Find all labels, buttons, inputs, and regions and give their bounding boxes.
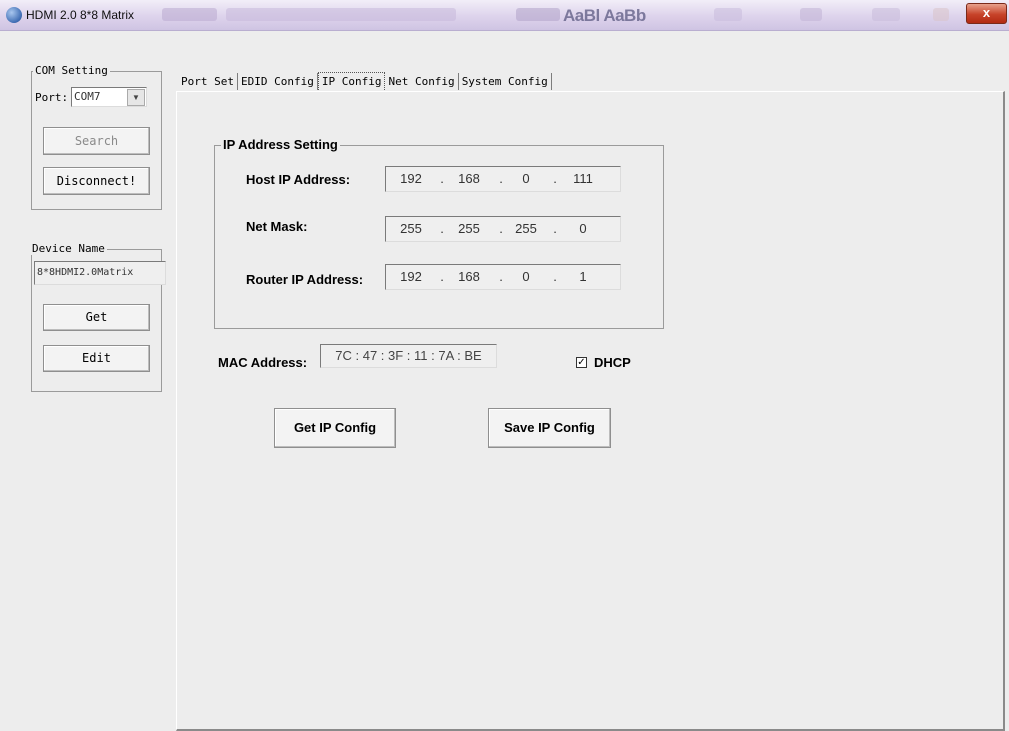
device-name-field[interactable]: 8*8HDMI2.0Matrix [34,261,166,285]
net-mask-octet: 255 [400,221,422,236]
background-window-text: AaBl AaBb [563,6,646,25]
mac-address-label: MAC Address: [218,355,308,370]
net-mask-octet: 255 [458,221,480,236]
device-name-label: Device Name [30,242,107,255]
background-toolbar-blur [800,8,822,21]
ip-dot: . [440,221,444,236]
port-label: Port: [35,91,69,104]
dhcp-label: DHCP [594,355,631,370]
ip-dot: . [553,171,557,186]
host-ip-octet: 0 [522,171,530,186]
background-toolbar-blur [872,8,900,21]
tab-net-config[interactable]: Net Config [385,73,459,90]
edit-button[interactable]: Edit [43,345,150,372]
dhcp-checkbox[interactable]: ✓ [576,357,587,368]
net-mask-octet: 255 [515,221,537,236]
host-ip-octet: 111 [573,171,593,186]
close-icon: x [982,5,991,20]
get-button[interactable]: Get [43,304,150,331]
net-mask-label: Net Mask: [246,219,308,234]
router-ip-field[interactable]: 192 . 168 . 0 . 1 [385,264,621,290]
ip-dot: . [553,221,557,236]
router-ip-octet: 192 [400,269,422,284]
router-ip-octet: 168 [458,269,480,284]
window-title: HDMI 2.0 8*8 Matrix [26,8,135,22]
background-toolbar-blur [162,8,217,21]
net-mask-octet: 0 [579,221,587,236]
ip-dot: . [440,171,444,186]
net-mask-field[interactable]: 255 . 255 . 255 . 0 [385,216,621,242]
router-ip-octet: 1 [579,269,587,284]
chevron-down-icon[interactable]: ▼ [127,89,145,106]
host-ip-octet: 192 [400,171,422,186]
title-bar: HDMI 2.0 8*8 Matrix AaBl AaBb x [0,0,1009,31]
router-ip-octet: 0 [522,269,530,284]
background-toolbar-blur [933,8,949,21]
mac-address-field: 7C : 47 : 3F : 11 : 7A : BE [320,344,497,368]
port-value: COM7 [74,90,101,103]
tab-edid-config[interactable]: EDID Config [238,73,318,90]
host-ip-label: Host IP Address: [246,172,351,187]
ip-dot: . [440,269,444,284]
check-icon: ✓ [577,357,586,368]
tab-port-set[interactable]: Port Set [178,73,238,90]
search-button[interactable]: Search [43,127,150,155]
background-toolbar-blur [516,8,560,21]
tab-strip: Port Set EDID Config IP Config Net Config Sy… [178,72,552,92]
save-ip-config-button[interactable]: Save IP Config [488,408,611,448]
get-ip-config-button[interactable]: Get IP Config [274,408,396,448]
app-icon [6,7,22,23]
tab-ip-config[interactable]: IP Config [317,72,386,90]
ip-dot: . [553,269,557,284]
host-ip-field[interactable]: 192 . 168 . 0 . 111 [385,166,621,192]
port-select[interactable]: COM7 ▼ [71,87,147,107]
background-toolbar-blur [714,8,742,21]
router-ip-label: Router IP Address: [246,272,364,287]
com-setting-label: COM Setting [33,64,110,77]
ip-address-setting-label: IP Address Setting [221,137,340,152]
close-button[interactable]: x [966,3,1007,24]
background-toolbar-blur [226,8,456,21]
disconnect-button[interactable]: Disconnect! [43,167,150,195]
host-ip-octet: 168 [458,171,480,186]
tab-system-config[interactable]: System Config [459,73,552,90]
